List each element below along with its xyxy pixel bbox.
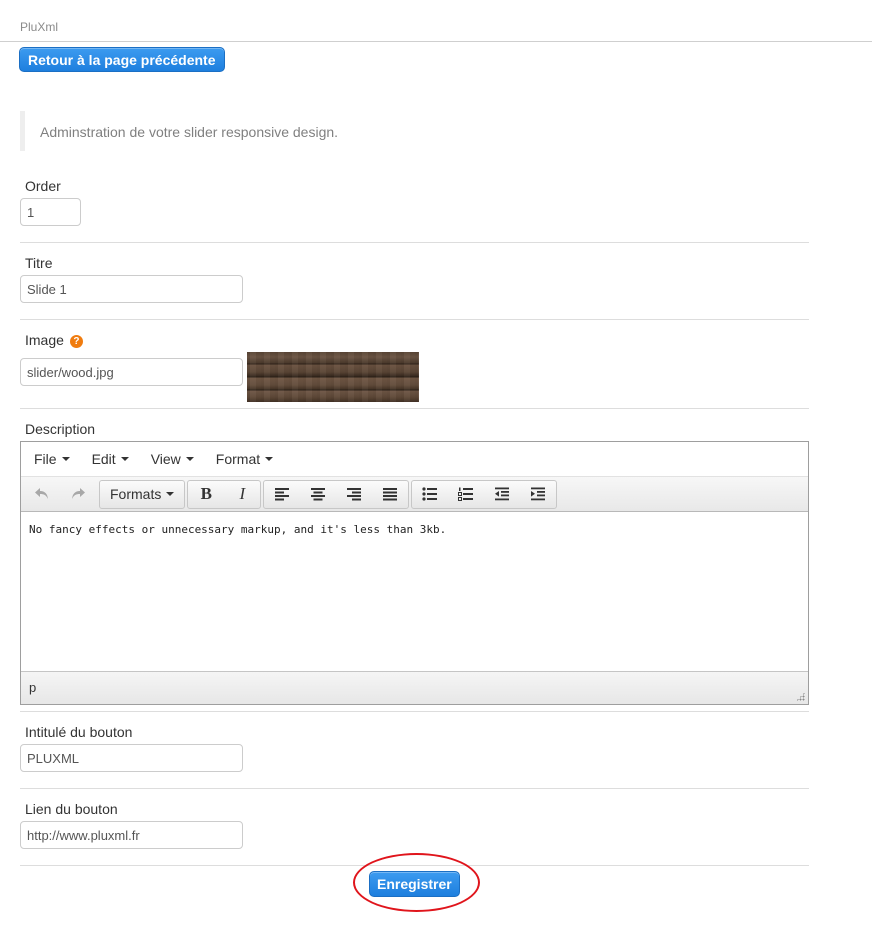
caret-down-icon [265, 457, 274, 461]
breadcrumb[interactable]: PluXml [20, 20, 58, 34]
order-input[interactable] [20, 198, 81, 226]
save-button[interactable]: Enregistrer [369, 871, 460, 897]
description-label: Description [25, 421, 96, 437]
formats-label: Formats [110, 486, 162, 502]
button-label-input[interactable] [20, 744, 243, 772]
divider [20, 865, 809, 866]
formats-group: Formats [99, 479, 186, 509]
editor-content-text: No fancy effects or unnecessary markup, … [29, 523, 447, 536]
menu-file[interactable]: File [25, 451, 79, 467]
undo-icon[interactable] [24, 481, 60, 508]
bold-icon[interactable]: B [188, 481, 224, 508]
align-center-icon[interactable] [300, 481, 336, 508]
menu-file-label: File [34, 451, 57, 467]
caret-down-icon [61, 457, 70, 461]
caret-down-icon [185, 457, 194, 461]
back-button[interactable]: Retour à la page précédente [19, 47, 225, 72]
menu-format[interactable]: Format [207, 451, 282, 467]
element-path[interactable]: p [29, 680, 36, 695]
text-style-group: B I [187, 479, 262, 509]
history-group [23, 480, 97, 509]
formats-dropdown[interactable]: Formats [100, 481, 184, 508]
divider [20, 319, 809, 320]
image-input[interactable] [20, 358, 243, 386]
divider [20, 242, 809, 243]
indent-icon[interactable] [520, 481, 556, 508]
intro-text: Adminstration de votre slider responsive… [40, 124, 339, 140]
alignment-group [263, 479, 410, 509]
caret-down-icon [166, 492, 175, 496]
menu-view-label: View [150, 451, 181, 467]
title-label: Titre [25, 255, 53, 271]
rich-text-editor: File Edit View Format Formats B I No fan… [20, 441, 809, 705]
intro-blockquote: Adminstration de votre slider responsive… [20, 111, 809, 151]
image-label: Image? [25, 332, 83, 348]
editor-content[interactable]: No fancy effects or unnecessary markup, … [21, 512, 808, 671]
align-right-icon[interactable] [336, 481, 372, 508]
numbered-list-icon[interactable] [448, 481, 484, 508]
title-input[interactable] [20, 275, 243, 303]
redo-icon[interactable] [60, 481, 96, 508]
menu-view[interactable]: View [142, 451, 203, 467]
caret-down-icon [120, 457, 129, 461]
divider [20, 788, 809, 789]
menu-format-label: Format [215, 451, 261, 467]
menu-edit[interactable]: Edit [83, 451, 138, 467]
bullet-list-icon[interactable] [412, 481, 448, 508]
editor-menubar: File Edit View Format [21, 442, 808, 477]
resize-handle-icon[interactable] [796, 692, 805, 701]
divider [20, 711, 809, 712]
order-label: Order [25, 178, 61, 194]
editor-statusbar: p [21, 671, 808, 704]
image-label-text: Image [25, 332, 64, 348]
button-label-label: Intitulé du bouton [25, 724, 133, 740]
list-group [411, 479, 558, 509]
italic-icon[interactable]: I [224, 481, 260, 508]
menu-edit-label: Edit [91, 451, 116, 467]
question-circle-icon[interactable]: ? [69, 335, 83, 348]
align-justify-icon[interactable] [372, 481, 408, 508]
divider [20, 408, 809, 409]
image-preview [247, 352, 419, 402]
button-link-label: Lien du bouton [25, 801, 118, 817]
align-left-icon[interactable] [264, 481, 300, 508]
editor-toolbar: Formats B I [21, 477, 808, 512]
button-link-input[interactable] [20, 821, 243, 849]
header-divider [0, 41, 872, 42]
outdent-icon[interactable] [484, 481, 520, 508]
